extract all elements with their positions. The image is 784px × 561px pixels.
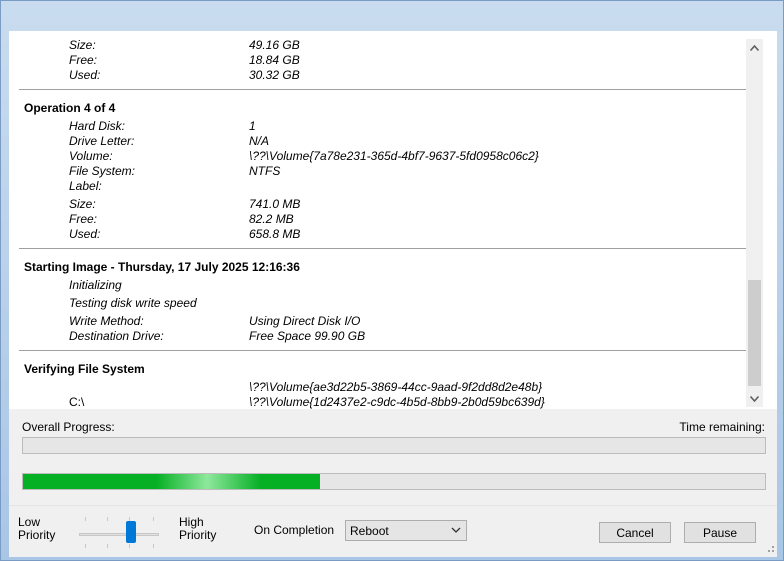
log-value: \??\Volume{7a78e231-365d-4bf7-9637-5fd09… bbox=[249, 149, 539, 163]
log-key: Size: bbox=[69, 38, 96, 52]
current-progress-bar bbox=[22, 473, 766, 490]
log-value: 18.84 GB bbox=[249, 53, 300, 67]
log-divider bbox=[19, 248, 746, 249]
log-value: N/A bbox=[249, 134, 270, 148]
chevron-down-icon[interactable] bbox=[450, 524, 462, 536]
slider-tick bbox=[107, 517, 108, 521]
log-scrollbar[interactable] bbox=[746, 39, 763, 407]
log-value: 741.0 MB bbox=[249, 197, 301, 211]
time-remaining-label: Time remaining: bbox=[679, 420, 765, 434]
log-key: Write Method: bbox=[69, 314, 144, 328]
log-row-size: Size: bbox=[69, 38, 96, 52]
window-client: Size: 49.16 GB Free: 18.84 GB Used: 30.3… bbox=[9, 31, 777, 557]
log-key: Size: bbox=[69, 197, 96, 211]
log-value: 49.16 GB bbox=[249, 38, 300, 52]
on-completion-dropdown[interactable]: Reboot bbox=[345, 520, 467, 541]
log-key: File System: bbox=[69, 164, 136, 178]
log-value: 1 bbox=[249, 119, 256, 133]
scroll-down-icon[interactable] bbox=[746, 390, 763, 407]
slider-tick bbox=[107, 544, 108, 548]
log-value: Using Direct Disk I/O bbox=[249, 314, 361, 328]
log-line: Testing disk write speed bbox=[69, 296, 197, 310]
pause-button[interactable]: Pause bbox=[684, 522, 756, 543]
log-value: \??\Volume{1d2437e2-c9dc-4b5d-8bb9-2b0d5… bbox=[249, 395, 545, 409]
bottom-separator bbox=[9, 505, 777, 506]
log-key: Destination Drive: bbox=[69, 329, 164, 343]
log-value: 658.8 MB bbox=[249, 227, 301, 241]
priority-high-line2: Priority bbox=[179, 528, 217, 542]
log-key: Hard Disk: bbox=[69, 119, 126, 133]
log-value: NTFS bbox=[249, 164, 281, 178]
log-key: Free: bbox=[69, 212, 98, 226]
log-value: \??\Volume{ae3d22b5-3869-44cc-9aad-9f2dd… bbox=[249, 380, 543, 394]
log-line: Initializing bbox=[69, 278, 122, 292]
overall-progress-bar bbox=[22, 437, 766, 454]
cancel-button[interactable]: Cancel bbox=[599, 522, 671, 543]
log-value: 30.32 GB bbox=[249, 68, 300, 82]
slider-tick bbox=[153, 544, 154, 548]
log-key: Label: bbox=[69, 179, 102, 193]
log-panel[interactable]: Size: 49.16 GB Free: 18.84 GB Used: 30.3… bbox=[9, 31, 777, 409]
resize-grip-icon[interactable] bbox=[763, 541, 775, 553]
on-completion-label: On Completion bbox=[254, 523, 335, 537]
log-key: Volume: bbox=[69, 149, 113, 163]
scroll-thumb[interactable] bbox=[748, 280, 761, 386]
slider-tick bbox=[129, 544, 130, 548]
operation-title: Operation 4 of 4 bbox=[24, 101, 116, 115]
slider-tick bbox=[85, 517, 86, 521]
slider-track[interactable] bbox=[79, 533, 159, 536]
priority-high-label: High Priority bbox=[179, 516, 216, 542]
slider-tick bbox=[85, 544, 86, 548]
log-key: Free: bbox=[69, 53, 98, 67]
log-divider bbox=[19, 89, 746, 90]
slider-tick bbox=[153, 517, 154, 521]
current-progress-fill bbox=[23, 474, 320, 489]
priority-low-line2: Priority bbox=[18, 528, 56, 542]
log-key: Drive Letter: bbox=[69, 134, 135, 148]
starting-image-title: Starting Image - Thursday, 17 July 2025 … bbox=[24, 260, 300, 274]
priority-low-label: Low Priority bbox=[18, 516, 55, 542]
log-value: 82.2 MB bbox=[249, 212, 294, 226]
scroll-up-icon[interactable] bbox=[746, 39, 763, 56]
overall-progress-label: Overall Progress: bbox=[22, 420, 115, 434]
log-key: C:\ bbox=[69, 395, 85, 409]
verifying-title: Verifying File System bbox=[24, 362, 145, 376]
progress-window: Size: 49.16 GB Free: 18.84 GB Used: 30.3… bbox=[0, 0, 784, 561]
slider-thumb[interactable] bbox=[126, 521, 136, 543]
on-completion-value: Reboot bbox=[350, 524, 389, 538]
log-divider bbox=[19, 350, 746, 351]
log-key: Used: bbox=[69, 227, 101, 241]
log-key: Used: bbox=[69, 68, 101, 82]
log-value: Free Space 99.90 GB bbox=[249, 329, 366, 343]
